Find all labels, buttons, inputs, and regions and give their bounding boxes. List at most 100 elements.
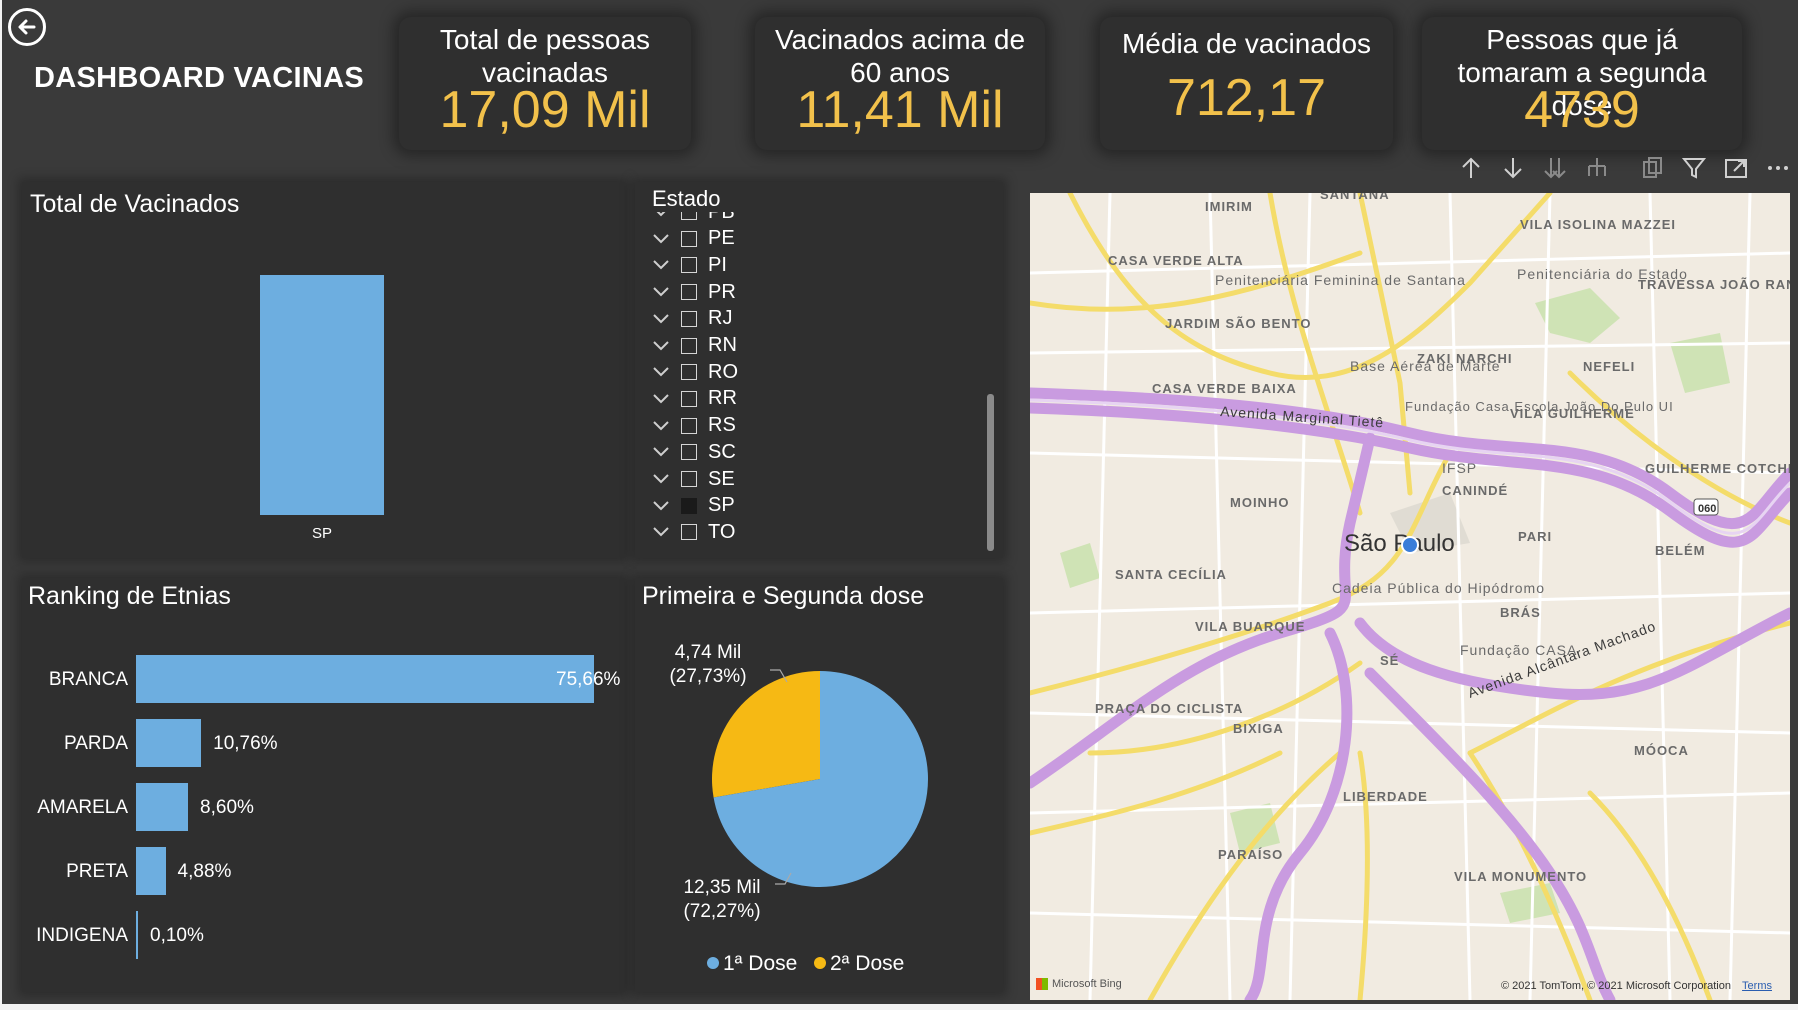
checkbox[interactable]: [681, 230, 697, 247]
bar-sp[interactable]: [260, 275, 384, 515]
map-label: BRÁS: [1500, 605, 1541, 620]
filter-icon[interactable]: [1680, 154, 1708, 182]
slicer-item[interactable]: SE: [651, 466, 735, 492]
chevron-down-icon[interactable]: [651, 445, 671, 459]
slicer-item-label: RN: [708, 334, 737, 356]
map-label: VILA GUILHERME: [1510, 406, 1635, 421]
report-canvas: DASHBOARD VACINAS Total de pessoas vacin…: [2, 0, 1798, 1004]
map-label: SÉ: [1380, 653, 1399, 668]
chevron-down-icon[interactable]: [651, 232, 671, 246]
map-label: IMIRIM: [1205, 199, 1253, 214]
slicer-item-label: RR: [708, 387, 737, 410]
checkbox[interactable]: [681, 497, 697, 514]
category-label: PARDA: [63, 733, 128, 754]
checkbox[interactable]: [681, 310, 697, 327]
focus-mode-icon[interactable]: [1722, 154, 1750, 182]
chevron-down-icon[interactable]: [651, 285, 671, 299]
category-label: BRANCA: [48, 669, 128, 690]
slicer-item-label: PB: [708, 212, 735, 224]
slicer-item-label: RS: [708, 414, 736, 437]
checkbox[interactable]: [681, 284, 697, 301]
chevron-down-icon[interactable]: [651, 365, 671, 379]
ranking-etnias-panel: Ranking de Etnias BRANCA 75,66% PARDA 10,76…: [22, 578, 625, 992]
category-label: PRETA: [66, 861, 128, 882]
chevron-down-icon[interactable]: [651, 499, 671, 513]
chevron-down-icon[interactable]: [651, 392, 671, 406]
slicer-item[interactable]: RJ: [651, 306, 732, 332]
chevron-down-icon[interactable]: [651, 525, 671, 539]
slicer-item-label: PR: [708, 280, 736, 303]
map-city-label: São Paulo: [1344, 530, 1455, 557]
bar-amarela[interactable]: [136, 783, 189, 831]
data-label: 8,60%: [200, 797, 254, 818]
chevron-down-icon[interactable]: [651, 339, 671, 353]
chevron-down-icon[interactable]: [651, 258, 671, 272]
bing-logo: Microsoft Bing: [1036, 978, 1122, 990]
category-label: AMARELA: [37, 797, 128, 818]
drill-down-icon[interactable]: [1499, 154, 1527, 182]
checkbox[interactable]: [681, 524, 697, 541]
chevron-down-icon[interactable]: [651, 312, 671, 326]
terms-link[interactable]: Terms: [1742, 980, 1772, 992]
map-label: Penitenciária Feminina de Santana: [1215, 272, 1466, 288]
legend-marker: [707, 957, 719, 969]
slicer-item[interactable]: RO: [651, 359, 738, 385]
slicer-scrollbar[interactable]: [987, 394, 994, 551]
bar-preta[interactable]: [136, 847, 166, 895]
card-value: 17,09 Mil: [439, 81, 651, 139]
map-label: JARDIM SÃO BENTO: [1165, 316, 1312, 331]
slicer-item[interactable]: RS: [651, 413, 736, 439]
location-pin[interactable]: [1401, 536, 1419, 554]
chevron-down-icon[interactable]: [651, 472, 671, 486]
checkbox[interactable]: [681, 444, 697, 461]
map-label: PARI: [1518, 529, 1552, 544]
slicer-item[interactable]: SP: [651, 493, 735, 519]
dashboard-title: DASHBOARD VACINAS: [34, 62, 365, 94]
checkbox[interactable]: [681, 337, 697, 354]
card-vacinados-60[interactable]: Vacinados acima de 60 anos 11,41 Mil: [755, 17, 1045, 150]
card-media-vacinados[interactable]: Média de vacinados 712,17: [1100, 17, 1393, 150]
slicer-item[interactable]: TO: [651, 519, 735, 545]
go-to-next-level-icon[interactable]: [1541, 154, 1569, 182]
slicer-item[interactable]: PB: [651, 212, 735, 225]
map-label: LIBERDADE: [1343, 789, 1428, 804]
card-total-vacinados[interactable]: Total de pessoas vacinadas 17,09 Mil: [399, 17, 691, 150]
map-label: PARAÍSO: [1218, 847, 1283, 862]
card-segunda-dose[interactable]: Pessoas que já tomaram a segunda dose 47…: [1422, 17, 1742, 150]
slicer-item[interactable]: PE: [651, 226, 735, 252]
chevron-down-icon[interactable]: [651, 212, 671, 219]
slicer-item-label: TO: [708, 520, 736, 543]
more-options-icon[interactable]: [1764, 154, 1792, 182]
map-label: BIXIGA: [1233, 721, 1284, 736]
pie-slice[interactable]: [712, 671, 820, 798]
checkbox[interactable]: [681, 364, 697, 381]
checkbox[interactable]: [681, 212, 697, 220]
bar-indigena[interactable]: [136, 911, 138, 959]
bar-branca[interactable]: [136, 655, 594, 703]
slicer-item[interactable]: PR: [651, 279, 736, 305]
copy-visual-icon[interactable]: [1638, 154, 1666, 182]
slicer-item-label: SE: [708, 467, 735, 490]
map-label: MÓOCA: [1634, 743, 1689, 758]
slicer-list[interactable]: PB PE PI PR RJ RN RO RR RS SC SE SP TO: [635, 212, 1003, 549]
map-visual[interactable]: IMIRIM SANTANA VILA ISOLINA MAZZEI CASA …: [1030, 193, 1790, 1000]
map-label: VILA BUARQUE: [1195, 619, 1305, 634]
checkbox[interactable]: [681, 471, 697, 487]
back-button[interactable]: [8, 8, 46, 46]
slicer-item[interactable]: PI: [651, 252, 727, 278]
data-label: 0,10%: [150, 925, 204, 946]
checkbox[interactable]: [681, 390, 697, 407]
slicer-item[interactable]: RR: [651, 386, 737, 412]
map-label: ZAKI NARCHI: [1417, 351, 1513, 366]
checkbox[interactable]: [681, 417, 697, 434]
chevron-down-icon[interactable]: [651, 419, 671, 433]
expand-hierarchy-icon[interactable]: [1583, 154, 1611, 182]
drill-up-icon[interactable]: [1457, 154, 1485, 182]
map-label: IFSP: [1442, 460, 1477, 476]
slicer-item[interactable]: RN: [651, 333, 737, 359]
bar-parda[interactable]: [136, 719, 202, 767]
card-title: Média de vacinados: [1121, 28, 1372, 59]
slicer-item[interactable]: SC: [651, 439, 736, 465]
map-label: PRAÇA DO CICLISTA: [1095, 701, 1243, 716]
checkbox[interactable]: [681, 257, 697, 274]
